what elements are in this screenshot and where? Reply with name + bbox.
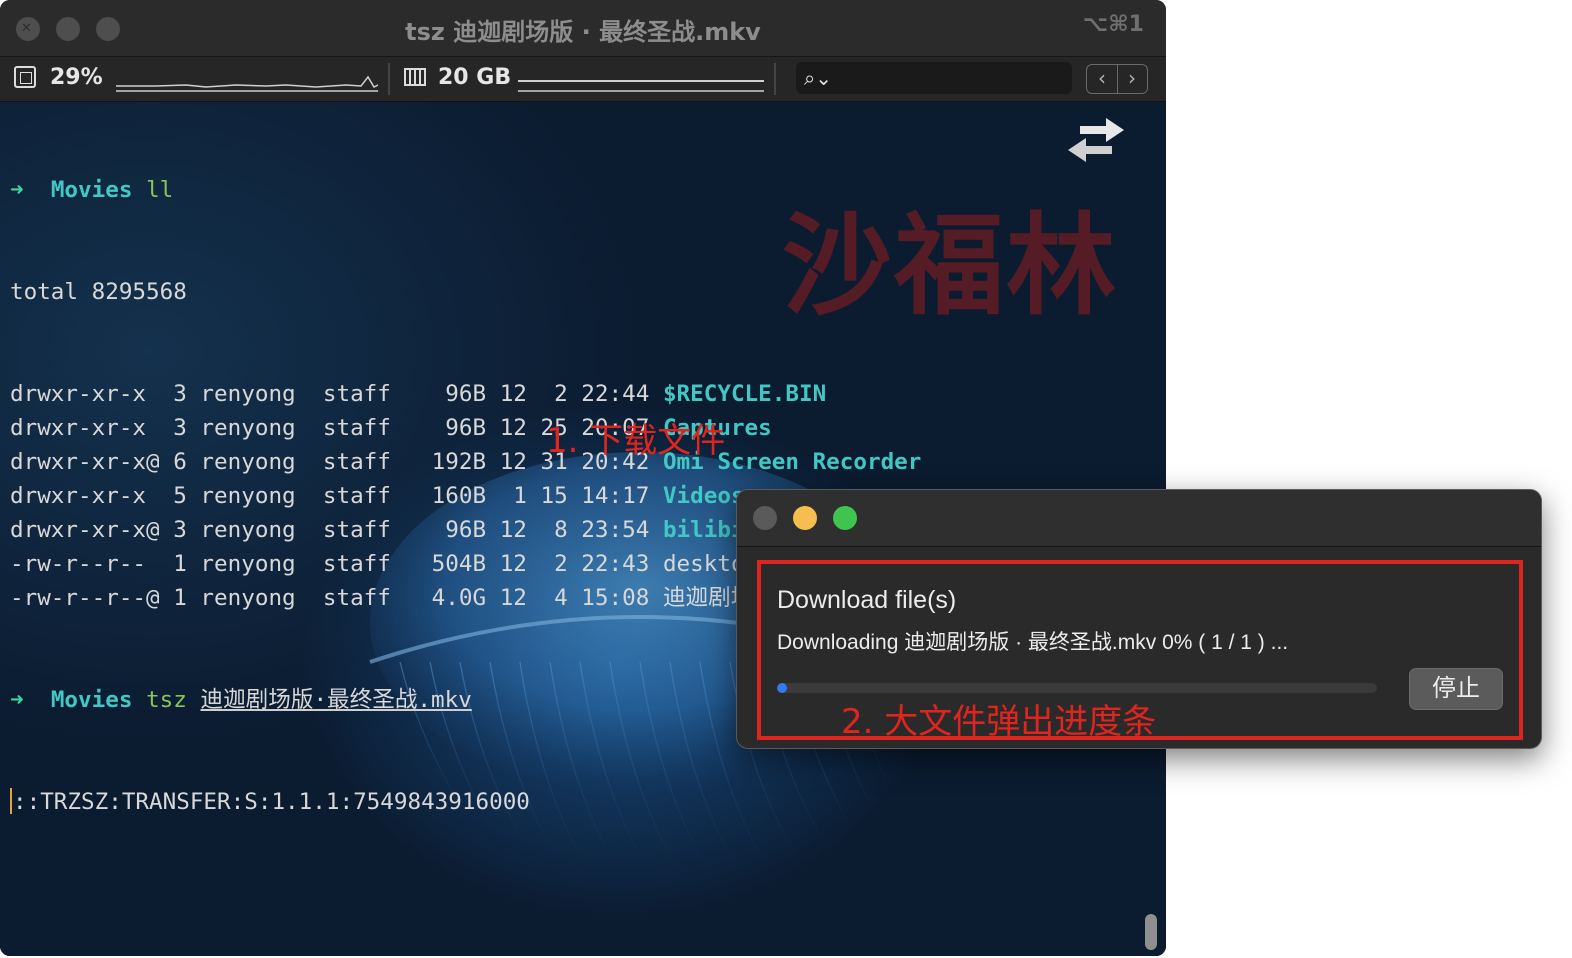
listing-meta: drwxr-xr-x 5 renyong staff 160B 1 15 14:… [10, 483, 663, 509]
command-argument: 迪迦剧场版·最终圣战.mkv [200, 687, 472, 713]
download-dialog: Download file(s) Downloading 迪迦剧场版 · 最终圣… [736, 489, 1542, 749]
prompt-arrow: ➜ [10, 177, 24, 203]
listing-row: drwxr-xr-x 3 renyong staff 96B 12 2 22:4… [10, 377, 934, 411]
window-shortcut: ⌥⌘1 [1082, 12, 1144, 37]
cpu-usage: 29% [50, 65, 103, 90]
next-button[interactable]: › [1117, 65, 1147, 93]
window-title: tsz 迪迦剧场版 · 最终圣战.mkv [405, 18, 761, 46]
prompt-dir: Movies [50, 687, 133, 713]
scrollbar-thumb[interactable] [1145, 914, 1157, 950]
dialog-close-button[interactable] [753, 506, 777, 530]
title-bar[interactable]: ✕ tsz 迪迦剧场版 · 最终圣战.mkv ⌥⌘1 [0, 0, 1166, 57]
prompt-arrow: ➜ [10, 687, 24, 713]
dialog-zoom-button[interactable] [833, 506, 857, 530]
swap-arrows-icon[interactable] [1062, 116, 1128, 164]
progress-fill [777, 683, 787, 693]
directory-name: Videos [662, 483, 745, 509]
listing-meta: drwxr-xr-x 3 renyong staff 96B 12 2 22:4… [10, 381, 663, 407]
search-field[interactable]: ⌕⌄ [796, 62, 1072, 94]
watermark: 沙福林 [782, 202, 1118, 330]
divider [774, 63, 776, 95]
memory-usage: 20 GB [438, 65, 512, 90]
cpu-icon [14, 66, 36, 88]
status-bar: 29% 20 GB ⌕⌄ ‹ › [0, 57, 1166, 102]
text-cursor [10, 788, 12, 814]
download-status: Downloading 迪迦剧场版 · 最终圣战.mkv 0% ( 1 / 1 … [777, 631, 1289, 654]
transfer-text: ::TRZSZ:TRANSFER:S:1.1.1:7549843916000 [13, 789, 530, 815]
annotation-download: 1. 下载文件 [546, 421, 726, 461]
command: ll [146, 177, 174, 203]
dialog-title-bar[interactable] [737, 490, 1541, 547]
stop-button[interactable]: 停止 [1409, 668, 1503, 710]
listing-meta: drwxr-xr-x@ 3 renyong staff 96B 12 8 23:… [10, 517, 663, 543]
annotation-progress: 2. 大文件弹出进度条 [841, 702, 1157, 742]
terminal-window: ✕ tsz 迪迦剧场版 · 最终圣战.mkv ⌥⌘1 29% 20 GB ⌕⌄ … [0, 0, 1166, 956]
listing-meta: -rw-r--r-- 1 renyong staff 504B 12 2 22:… [10, 551, 663, 577]
prompt-dir: Movies [50, 177, 133, 203]
search-icon: ⌕⌄ [804, 66, 832, 90]
memory-graph [518, 80, 764, 92]
dialog-minimize-button[interactable] [793, 506, 817, 530]
cpu-graph [116, 75, 378, 92]
listing-row: drwxr-xr-x@ 6 renyong staff 192B 12 31 2… [10, 445, 934, 479]
listing-row: drwxr-xr-x 3 renyong staff 96B 12 25 20:… [10, 411, 934, 445]
listing-meta: -rw-r--r--@ 1 renyong staff 4.0G 12 4 15… [10, 585, 663, 611]
memory-icon [404, 68, 426, 86]
dialog-heading: Download file(s) [777, 586, 957, 614]
nav-buttons: ‹ › [1086, 64, 1148, 94]
directory-name: $RECYCLE.BIN [662, 381, 827, 407]
divider [388, 63, 390, 95]
progress-bar [777, 683, 1377, 693]
command: tsz [146, 687, 187, 713]
transfer-line: ::TRZSZ:TRANSFER:S:1.1.1:7549843916000 [10, 785, 934, 819]
previous-button[interactable]: ‹ [1087, 65, 1118, 93]
